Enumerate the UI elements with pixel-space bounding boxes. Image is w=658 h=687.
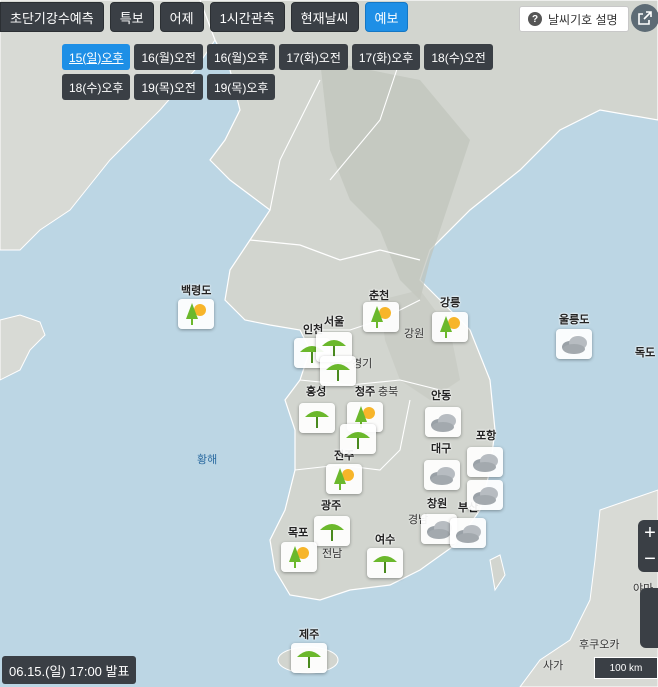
- time-button[interactable]: 19(목)오후: [206, 74, 276, 100]
- time-button[interactable]: 19(목)오전: [134, 74, 203, 100]
- city-label: 여수: [375, 534, 396, 546]
- cloudy-icon[interactable]: [450, 518, 486, 548]
- city-label: 독도: [635, 347, 656, 359]
- cloudy-icon[interactable]: [467, 480, 503, 510]
- zoom-control: + −: [638, 520, 658, 572]
- umbrella-icon[interactable]: [299, 403, 335, 433]
- cloudy-icon[interactable]: [556, 329, 592, 359]
- time-button[interactable]: 17(화)오후: [351, 44, 421, 70]
- city-label: 울릉도: [559, 314, 590, 326]
- umbrella-icon[interactable]: [340, 424, 376, 454]
- city-label: 목포: [288, 527, 309, 539]
- question-icon: ?: [528, 12, 542, 26]
- city-label: 강릉: [440, 297, 461, 309]
- issued-time-label: 06.15.(일) 17:00 발표: [2, 656, 137, 684]
- city-label: 광주: [321, 500, 342, 512]
- sun-rain-icon[interactable]: [281, 542, 317, 572]
- region-label: 사가: [543, 660, 564, 672]
- tab-yesterday[interactable]: 어제: [159, 2, 204, 32]
- city-label: 백령도: [181, 285, 212, 297]
- tab-forecast[interactable]: 예보: [364, 2, 409, 32]
- sun-rain-icon[interactable]: [363, 302, 399, 332]
- scale-bar: 100 km: [594, 657, 658, 679]
- time-selector: 15(일)오후 16(월)오전 16(월)오후 17(화)오전 17(화)오후 …: [62, 44, 562, 100]
- tab-current-weather[interactable]: 현재날씨: [290, 2, 359, 32]
- tab-hourly-obs[interactable]: 1시간관측: [209, 2, 285, 32]
- umbrella-icon[interactable]: [291, 643, 327, 673]
- city-label: 서울: [324, 316, 345, 328]
- time-button[interactable]: 18(수)오후: [62, 74, 131, 100]
- sun-rain-icon[interactable]: [326, 464, 362, 494]
- zoom-in-button[interactable]: +: [638, 520, 658, 546]
- help-label: 날씨기호 설명: [548, 12, 618, 27]
- time-button[interactable]: 16(월)오후: [206, 44, 276, 70]
- city-label: 제주: [299, 629, 320, 641]
- cloudy-icon[interactable]: [467, 447, 503, 477]
- map-tools-panel[interactable]: [640, 588, 658, 648]
- cloudy-icon[interactable]: [425, 407, 461, 437]
- city-label: 청주: [355, 386, 376, 398]
- weather-symbol-help-button[interactable]: ? 날씨기호 설명: [519, 6, 629, 32]
- sea-label: 황해: [197, 454, 218, 466]
- tab-precip-nowcast[interactable]: 초단기강수예측: [0, 2, 104, 32]
- region-label: 후쿠오카: [579, 639, 620, 651]
- expand-icon[interactable]: [631, 4, 658, 32]
- city-label: 춘천: [369, 290, 390, 302]
- city-label: 대구: [431, 443, 452, 455]
- city-label: 포항: [476, 430, 497, 442]
- forecast-tab-bar: 초단기강수예측 특보 어제 1시간관측 현재날씨 예보: [0, 2, 409, 32]
- time-button[interactable]: 16(월)오전: [134, 44, 203, 70]
- tab-warnings[interactable]: 특보: [109, 2, 154, 32]
- sun-rain-icon[interactable]: [178, 299, 214, 329]
- sun-rain-icon[interactable]: [432, 312, 468, 342]
- zoom-out-button[interactable]: −: [638, 546, 658, 572]
- city-label: 안동: [431, 390, 452, 402]
- umbrella-icon[interactable]: [320, 356, 356, 386]
- city-label: 창원: [427, 498, 448, 510]
- region-label: 충북: [378, 386, 399, 398]
- region-label: 강원: [404, 328, 425, 340]
- time-button[interactable]: 17(화)오전: [279, 44, 348, 70]
- time-button[interactable]: 15(일)오후: [62, 44, 131, 70]
- region-label: 전남: [322, 548, 343, 560]
- cloudy-icon[interactable]: [424, 460, 460, 490]
- umbrella-icon[interactable]: [314, 516, 350, 546]
- time-button[interactable]: 18(수)오전: [424, 44, 493, 70]
- umbrella-icon[interactable]: [367, 548, 403, 578]
